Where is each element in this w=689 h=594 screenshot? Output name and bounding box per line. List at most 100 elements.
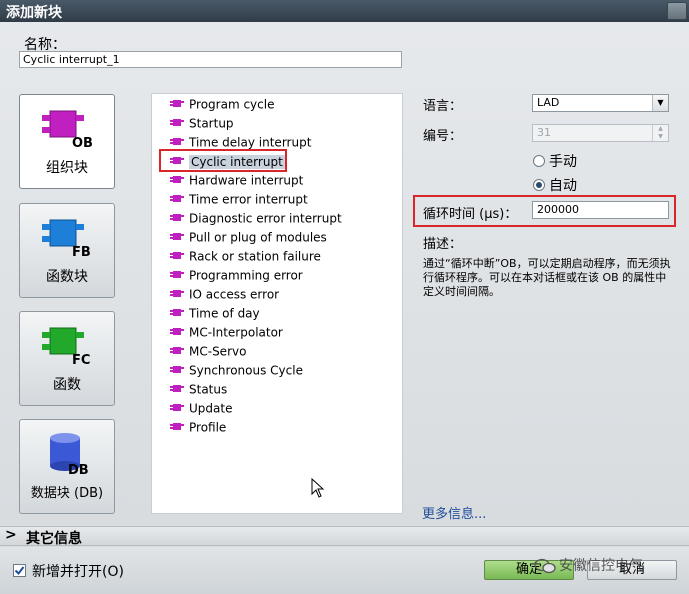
ob-list-item-label: Update <box>189 401 233 416</box>
add-and-open-label: 新增并打开(O) <box>32 564 124 580</box>
ob-list-item[interactable]: Programming error <box>170 266 303 284</box>
wechat-logo-icon <box>534 558 556 574</box>
ob-list-item[interactable]: Diagnostic error interrupt <box>170 209 342 227</box>
ob-list-item-label: Hardware interrupt <box>189 173 304 188</box>
ob-list-item[interactable]: MC-Servo <box>170 342 246 360</box>
ob-block-small-icon <box>170 366 184 373</box>
radio-auto-circle[interactable] <box>533 179 545 191</box>
close-button[interactable] <box>667 2 687 20</box>
category-fb-label: 函数块 <box>46 269 88 285</box>
svg-text:FC: FC <box>72 353 90 366</box>
watermark: 安徽信控电气 <box>534 555 643 575</box>
ob-block-small-icon <box>170 290 184 297</box>
db-cylinder-icon: DB <box>50 433 89 476</box>
category-fc-label: 函数 <box>53 377 81 393</box>
dialog-title: 添加新块 <box>6 5 62 21</box>
svg-text:OB: OB <box>72 136 93 149</box>
category-fc-button[interactable]: FC 函数 <box>19 311 115 406</box>
category-fb-button[interactable]: FB 函数块 <box>19 203 115 298</box>
ob-list-item-label: Time of day <box>189 306 260 321</box>
number-value: 31 <box>537 126 551 139</box>
ob-list-item-label: MC-Servo <box>189 344 247 359</box>
add-and-open-checkbox[interactable] <box>13 564 26 577</box>
watermark-text: 安徽信控电气 <box>559 558 643 574</box>
category-ob-button[interactable]: OB 组织块 <box>19 94 115 189</box>
ob-list-item[interactable]: Update <box>170 399 232 417</box>
ob-list-item-label: Time error interrupt <box>189 192 308 207</box>
radio-manual-circle[interactable] <box>533 155 545 167</box>
ob-block-small-icon <box>170 347 184 354</box>
ob-block-small-icon <box>170 233 184 240</box>
radio-manual[interactable]: 手动 <box>533 151 577 171</box>
ob-block-small-icon <box>170 119 184 126</box>
fc-block-icon: FC <box>42 327 90 366</box>
chevron-down-icon[interactable]: ▼ <box>652 95 668 111</box>
ob-list-item[interactable]: Synchronous Cycle <box>170 361 303 379</box>
radio-auto[interactable]: 自动 <box>533 175 577 195</box>
ob-list-item[interactable]: Pull or plug of modules <box>170 228 327 246</box>
ob-list-item-label: Startup <box>189 116 234 131</box>
description-label: 描述： <box>423 237 463 252</box>
category-db-label: 数据块 (DB) <box>30 486 104 501</box>
ob-list-item[interactable]: Time error interrupt <box>170 190 308 208</box>
ob-block-small-icon <box>170 100 184 107</box>
ob-list-item[interactable]: MC-Interpolator <box>170 323 283 341</box>
dialog-title-bar: 添加新块 <box>0 0 689 22</box>
ob-list-item-label: Rack or station failure <box>189 249 321 264</box>
ob-block-small-icon <box>170 138 184 145</box>
mouse-cursor-icon <box>311 478 325 498</box>
ob-list-item-label: Diagnostic error interrupt <box>189 211 342 226</box>
ob-block-small-icon <box>170 214 184 221</box>
cycle-time-input[interactable]: 200000 <box>532 201 669 219</box>
ob-block-small-icon <box>170 385 184 392</box>
ob-block-small-icon <box>170 404 184 411</box>
ob-list-item[interactable]: Time of day <box>170 304 260 322</box>
checkmark-icon <box>14 566 25 576</box>
ob-list-item[interactable]: Hardware interrupt <box>170 171 303 189</box>
language-label: 语言： <box>423 99 463 114</box>
ob-block-small-icon <box>170 176 184 183</box>
ob-list-item[interactable]: Profile <box>170 418 226 436</box>
ob-list-item-label: MC-Interpolator <box>189 325 283 340</box>
fb-block-icon: FB <box>42 219 91 258</box>
ob-list-item[interactable]: IO access error <box>170 285 279 303</box>
category-ob-label: 组织块 <box>46 160 88 176</box>
ob-block-small-icon <box>170 195 184 202</box>
ob-list-item-label: Synchronous Cycle <box>189 363 303 378</box>
language-value: LAD <box>537 96 560 109</box>
ob-block-small-icon <box>170 252 184 259</box>
cycle-time-value: 200000 <box>537 203 579 216</box>
chevron-right-icon[interactable]: > <box>5 527 17 543</box>
ob-list-item-label: Pull or plug of modules <box>189 230 327 245</box>
svg-text:FB: FB <box>72 245 91 258</box>
more-info-link[interactable]: 更多信息... <box>422 503 486 522</box>
selected-item-highlight <box>159 149 287 172</box>
cycle-time-label: 循环时间 (µs)： <box>423 207 518 222</box>
ob-block-small-icon <box>170 423 184 430</box>
block-name-input[interactable] <box>19 51 402 68</box>
ob-block-small-icon <box>170 309 184 316</box>
category-db-button[interactable]: DB 数据块 (DB) <box>19 419 115 514</box>
ob-list-item[interactable]: Program cycle <box>170 95 274 113</box>
ob-list-item[interactable]: Startup <box>170 114 234 132</box>
ob-list-item[interactable]: Status <box>170 380 227 398</box>
language-select[interactable]: LAD ▼ <box>532 94 669 112</box>
radio-auto-label: 自动 <box>549 178 577 194</box>
number-spinner: 31 ▲ ▼ <box>532 124 669 142</box>
number-label: 编号： <box>423 129 463 144</box>
radio-manual-label: 手动 <box>549 154 577 170</box>
ob-list-item[interactable]: Rack or station failure <box>170 247 321 265</box>
ob-list-item-label: Program cycle <box>189 97 275 112</box>
ob-list-item-label: Profile <box>189 420 227 435</box>
ob-list-item-label: Time delay interrupt <box>189 135 312 150</box>
ob-block-icon: OB <box>42 110 93 149</box>
description-text: 通过“循环中断”OB，可以定期启动程序，而无须执行循环程序。可以在本对话框或在该… <box>423 257 671 298</box>
ob-list-item-label: Programming error <box>189 268 303 283</box>
ob-list-item-label: IO access error <box>189 287 280 302</box>
ob-list-item-label: Status <box>189 382 228 397</box>
spinner-arrows-icon: ▲ ▼ <box>652 125 668 141</box>
ob-block-small-icon <box>170 271 184 278</box>
ob-block-small-icon <box>170 328 184 335</box>
other-info-label: 其它信息 <box>26 531 82 547</box>
other-info-section[interactable]: > 其它信息 <box>0 526 689 547</box>
